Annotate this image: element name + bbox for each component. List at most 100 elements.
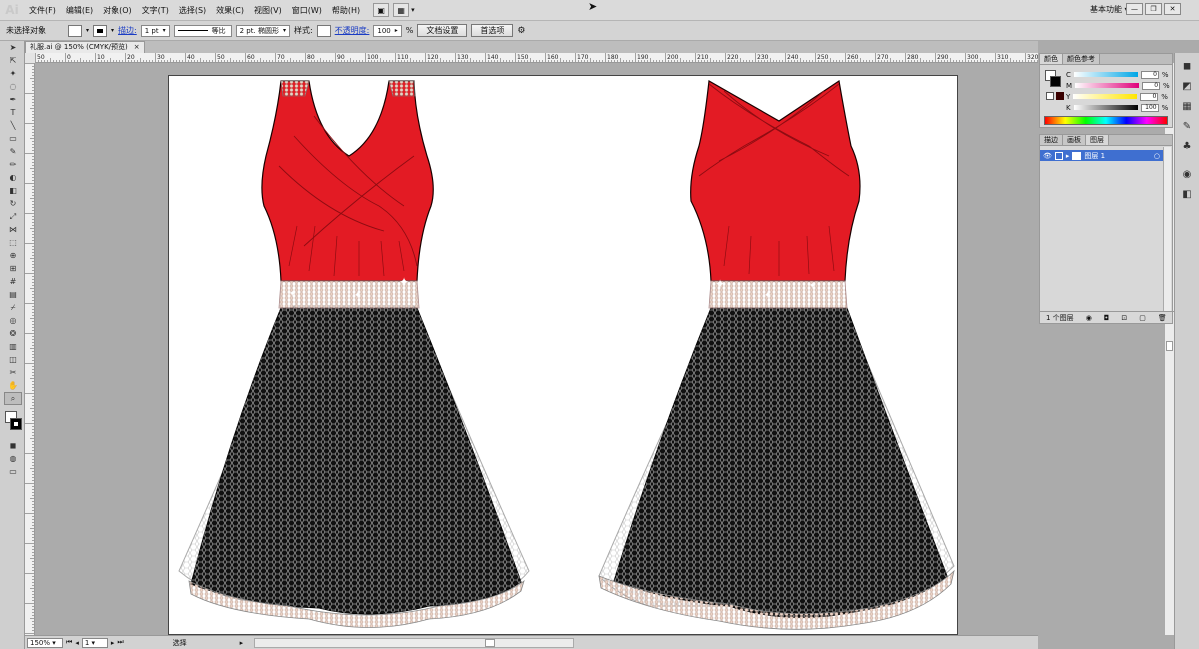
- lasso-tool-icon[interactable]: ◌: [4, 80, 22, 93]
- menu-help[interactable]: 帮助(H): [327, 0, 365, 21]
- eye-icon[interactable]: 👁: [1043, 152, 1052, 160]
- zoom-field[interactable]: 150% ▾: [27, 637, 63, 648]
- layers-scrollbar[interactable]: [1163, 147, 1171, 311]
- tab-artboards[interactable]: 画板: [1063, 135, 1086, 145]
- close-icon[interactable]: ✕: [1164, 3, 1181, 15]
- new-layer-icon[interactable]: ▢: [1139, 314, 1146, 322]
- appearance-icon[interactable]: ◉: [1180, 167, 1194, 181]
- panel-stroke-icon[interactable]: [1050, 76, 1061, 87]
- prev-page-icon[interactable]: ◂: [75, 639, 79, 647]
- variable-width-profile[interactable]: 等比: [173, 24, 232, 37]
- screen-mode-icon[interactable]: ▭: [4, 465, 22, 478]
- zoom-tool-icon[interactable]: ⌕: [4, 392, 22, 405]
- preferences-button[interactable]: 首选项: [471, 24, 514, 37]
- slice-tool-icon[interactable]: ✂: [4, 366, 22, 379]
- blend-tool-icon[interactable]: ◎: [4, 314, 22, 327]
- gradient-tool-icon[interactable]: ▤: [4, 288, 22, 301]
- color-spectrum[interactable]: [1044, 116, 1168, 125]
- expand-arrow-icon[interactable]: ▸: [1066, 152, 1070, 160]
- scale-tool-icon[interactable]: ⤢: [4, 210, 22, 223]
- tab-layers[interactable]: 图层: [1086, 135, 1109, 145]
- menu-type[interactable]: 文字(T): [137, 0, 174, 21]
- brush-definition[interactable]: 2 pt. 椭圆形 ▾: [235, 24, 290, 37]
- document-tab[interactable]: 礼服.ai @ 150% (CMYK/预览) ×: [25, 41, 145, 53]
- symbols-icon[interactable]: ♣: [1180, 139, 1194, 153]
- horizontal-scroll-thumb[interactable]: [485, 638, 496, 647]
- perspective-grid-tool-icon[interactable]: ⊞: [4, 262, 22, 275]
- stroke-label[interactable]: 描边:: [118, 25, 137, 36]
- hand-tool-icon[interactable]: ✋: [4, 379, 22, 392]
- stroke-dropdown-icon[interactable]: ▾: [111, 27, 114, 34]
- menu-edit[interactable]: 编辑(E): [61, 0, 98, 21]
- draw-mode-icon[interactable]: ◍: [4, 452, 22, 465]
- magic-wand-tool-icon[interactable]: ✦: [4, 67, 22, 80]
- clipping-mask-icon[interactable]: ◘: [1104, 314, 1110, 322]
- menu-view[interactable]: 视图(V): [249, 0, 287, 21]
- lock-toggle-icon[interactable]: [1054, 151, 1063, 160]
- delete-layer-icon[interactable]: 🗑: [1158, 314, 1167, 322]
- tab-stroke[interactable]: 描边: [1040, 135, 1063, 145]
- first-page-icon[interactable]: ⏮: [66, 638, 72, 647]
- minimize-icon[interactable]: —: [1126, 3, 1143, 15]
- channel-y-value[interactable]: 0: [1140, 92, 1159, 101]
- color-mode-icon[interactable]: ◼: [4, 439, 22, 452]
- artboard[interactable]: ✦ ✦ ✦ ✦ ✦ ✦: [168, 75, 958, 635]
- last-page-icon[interactable]: ⏭: [117, 638, 123, 647]
- channel-m[interactable]: M 0%: [1066, 81, 1170, 90]
- vertical-ruler[interactable]: [25, 63, 35, 635]
- workspace-switcher[interactable]: 基本功能 ▾: [1090, 4, 1129, 16]
- eyedropper-tool-icon[interactable]: ⌿: [4, 301, 22, 314]
- width-tool-icon[interactable]: ⋈: [4, 223, 22, 236]
- fill-stroke-control[interactable]: [0, 409, 24, 439]
- page-field[interactable]: 1 ▾: [81, 637, 108, 648]
- fill-swatch[interactable]: [68, 24, 82, 37]
- restore-icon[interactable]: ❐: [1145, 3, 1162, 15]
- stroke-weight-field[interactable]: 1 pt ▾: [140, 24, 170, 37]
- channel-y[interactable]: Y 0%: [1066, 92, 1170, 101]
- document-setup-button[interactable]: 文档设置: [417, 24, 468, 37]
- back-dress[interactable]: ✦ ✦ ✦: [598, 79, 955, 630]
- layer-row[interactable]: 👁 ▸ 图层 1 ○: [1040, 150, 1164, 161]
- mesh-tool-icon[interactable]: #: [4, 275, 22, 288]
- none-color-icon[interactable]: [1046, 92, 1054, 100]
- channel-c-value[interactable]: 0: [1140, 70, 1159, 79]
- color-panel-icon[interactable]: ◼: [1180, 59, 1194, 73]
- pen-tool-icon[interactable]: ✒: [4, 93, 22, 106]
- arrange-icon[interactable]: ⚙: [517, 26, 525, 36]
- direct-selection-tool-icon[interactable]: ⇱: [4, 54, 22, 67]
- artboard-tool-icon[interactable]: ◫: [4, 353, 22, 366]
- layer-name[interactable]: 图层 1: [1084, 151, 1105, 161]
- line-tool-icon[interactable]: ╲: [4, 119, 22, 132]
- bridge-icon[interactable]: ▣: [373, 3, 390, 17]
- selection-tool-icon[interactable]: ➤: [4, 41, 22, 54]
- locate-object-icon[interactable]: ◉: [1086, 314, 1092, 322]
- tab-color-guide[interactable]: 颜色参考: [1063, 54, 1100, 64]
- channel-k[interactable]: K 100%: [1066, 103, 1170, 112]
- graphic-styles-icon[interactable]: ◧: [1180, 187, 1194, 201]
- stroke-swatch[interactable]: [93, 24, 108, 37]
- free-transform-tool-icon[interactable]: ⬚: [4, 236, 22, 249]
- opacity-field[interactable]: 100 ▸: [373, 24, 402, 37]
- column-graph-tool-icon[interactable]: ▥: [4, 340, 22, 353]
- arrange-documents-icon[interactable]: ▦: [393, 3, 410, 17]
- channel-c[interactable]: C 0%: [1066, 70, 1170, 79]
- channel-c-slider[interactable]: [1073, 72, 1138, 77]
- front-dress[interactable]: ✦ ✦ ✦: [178, 80, 530, 628]
- menu-file[interactable]: 文件(F): [24, 0, 61, 21]
- pencil-tool-icon[interactable]: ✏: [4, 158, 22, 171]
- rectangle-tool-icon[interactable]: ▭: [4, 132, 22, 145]
- symbol-sprayer-tool-icon[interactable]: ❂: [4, 327, 22, 340]
- menu-window[interactable]: 窗口(W): [287, 0, 327, 21]
- menu-object[interactable]: 对象(O): [98, 0, 137, 21]
- next-page-icon[interactable]: ▸: [111, 639, 115, 647]
- opacity-label[interactable]: 不透明度:: [335, 25, 370, 36]
- horizontal-scrollbar[interactable]: [254, 637, 575, 648]
- channel-m-slider[interactable]: [1075, 83, 1140, 88]
- stroke-color-icon[interactable]: [10, 418, 22, 430]
- paintbrush-tool-icon[interactable]: ✎: [4, 145, 22, 158]
- brushes-icon[interactable]: ✎: [1180, 119, 1194, 133]
- eraser-tool-icon[interactable]: ◧: [4, 184, 22, 197]
- target-icon[interactable]: ○: [1154, 152, 1160, 160]
- shape-builder-tool-icon[interactable]: ⊕: [4, 249, 22, 262]
- new-sublayer-icon[interactable]: ⊡: [1121, 314, 1127, 322]
